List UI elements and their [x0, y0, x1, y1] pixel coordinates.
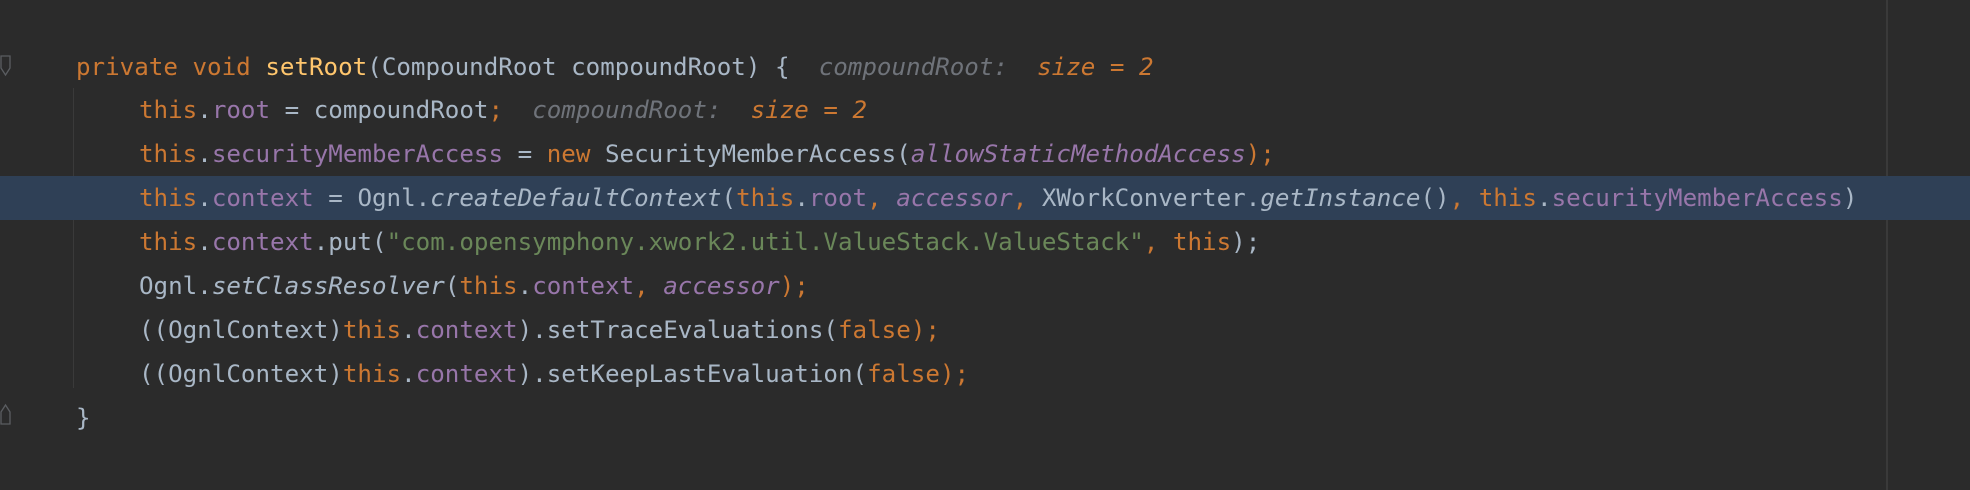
this-keyword: this — [139, 228, 198, 256]
statement: this.securityMemberAccess = new Security… — [139, 132, 1275, 176]
code-line-4-current[interactable]: this.context = Ognl.createDefaultContext… — [0, 176, 1970, 220]
comma: , — [1449, 184, 1479, 212]
field-name: context — [415, 316, 518, 344]
method-call: ).setTraceEvaluations( — [517, 316, 838, 344]
semicolon: ; — [488, 96, 504, 124]
assigned-value: compoundRoot — [313, 96, 489, 124]
inlay-hint-label: compoundRoot: — [532, 96, 722, 124]
dot: . — [401, 360, 416, 388]
boolean-literal: false — [867, 360, 940, 388]
this-keyword: this — [459, 272, 518, 300]
assign-op: = — [270, 96, 314, 124]
comma: , — [1143, 228, 1173, 256]
field-name: root — [211, 96, 271, 124]
dot: . — [197, 140, 212, 168]
dot: . — [1537, 184, 1552, 212]
statement: ((OgnlContext)this.context).setTraceEval… — [139, 308, 940, 352]
signature-close: ) { — [745, 53, 790, 81]
closing-brace: } — [76, 404, 91, 432]
this-keyword: this — [1172, 228, 1232, 256]
argument: allowStaticMethodAccess — [910, 140, 1246, 168]
method-call: .put( — [313, 228, 387, 256]
dot: . — [197, 184, 212, 212]
open-paren: ( — [367, 53, 382, 81]
open-paren: ( — [444, 272, 460, 300]
statement: Ognl.setClassResolver(this.context, acce… — [139, 264, 809, 308]
type-cast: ((OgnlContext) — [139, 360, 343, 388]
static-method: createDefaultContext — [430, 184, 722, 212]
inlay-hint-value: size = 2 — [750, 96, 868, 124]
field-name: context — [211, 228, 314, 256]
code-line-1[interactable]: private void setRoot(CompoundRoot compou… — [0, 45, 1970, 89]
static-method: setClassResolver — [211, 272, 445, 300]
class-ref: XWorkConverter. — [1041, 184, 1261, 212]
code-line-8[interactable]: ((OgnlContext)this.context).setKeepLastE… — [0, 352, 1970, 396]
close-paren: ) — [1842, 184, 1858, 212]
assign-op: = — [313, 184, 358, 212]
accessor-ref: accessor — [663, 272, 780, 300]
new-keyword: new — [546, 140, 591, 168]
dot: . — [197, 96, 212, 124]
param-name: compoundRoot — [571, 53, 746, 81]
comma: , — [634, 272, 664, 300]
dot: . — [794, 184, 809, 212]
this-keyword: this — [139, 184, 198, 212]
open-paren: ( — [721, 184, 737, 212]
assign-op: = — [503, 140, 547, 168]
field-name: context — [532, 272, 635, 300]
this-keyword: this — [139, 96, 198, 124]
inlay-hint-label: compoundRoot: — [818, 53, 1008, 81]
string-literal: "com.opensymphony.xwork2.util.ValueStack… — [386, 228, 1144, 256]
method-signature: private void setRoot(CompoundRoot compou… — [76, 45, 1154, 89]
this-keyword: this — [1478, 184, 1537, 212]
this-keyword: this — [342, 316, 402, 344]
inlay-hint-value: size = 2 — [1037, 53, 1154, 81]
comma: , — [867, 184, 897, 212]
class-name: SecurityMemberAccess — [605, 140, 897, 168]
static-method: getInstance — [1260, 184, 1421, 212]
class-ref: Ognl. — [357, 184, 431, 212]
field-name: securityMemberAccess — [211, 140, 504, 168]
dot: . — [517, 272, 533, 300]
accessor-ref: accessor — [896, 184, 1013, 212]
field-name: context — [415, 360, 518, 388]
code-line-2[interactable]: this.root = compoundRoot; compoundRoot: … — [0, 88, 1970, 132]
close-paren: ); — [939, 360, 970, 388]
return-type-keyword: void — [192, 53, 251, 81]
this-keyword: this — [342, 360, 402, 388]
close-paren: ); — [1231, 228, 1261, 256]
type-cast: ((OgnlContext) — [139, 316, 343, 344]
code-line-6[interactable]: Ognl.setClassResolver(this.context, acce… — [0, 264, 1970, 308]
close-paren: ); — [779, 272, 809, 300]
field-name: root — [808, 184, 868, 212]
statement: this.context.put("com.opensymphony.xwork… — [139, 220, 1260, 264]
field-name: context — [211, 184, 314, 212]
param-type: CompoundRoot — [381, 53, 557, 81]
close-paren: ); — [910, 316, 940, 344]
comma: , — [1012, 184, 1042, 212]
code-line-9[interactable]: } — [0, 396, 1970, 440]
code-line-3[interactable]: this.securityMemberAccess = new Security… — [0, 132, 1970, 176]
code-line-5[interactable]: this.context.put("com.opensymphony.xwork… — [0, 220, 1970, 264]
statement: this.root = compoundRoot; compoundRoot: … — [139, 88, 867, 132]
dot: . — [197, 228, 212, 256]
statement: ((OgnlContext)this.context).setKeepLastE… — [139, 352, 969, 396]
modifier-keyword: private — [76, 53, 178, 81]
open-paren: ( — [896, 140, 911, 168]
call-parens: () — [1420, 184, 1450, 212]
method-name: setRoot — [265, 53, 368, 81]
code-editor[interactable]: private void setRoot(CompoundRoot compou… — [0, 0, 1970, 490]
dot: . — [401, 316, 416, 344]
code-line-7[interactable]: ((OgnlContext)this.context).setTraceEval… — [0, 308, 1970, 352]
field-name: securityMemberAccess — [1551, 184, 1843, 212]
close-paren: ); — [1245, 140, 1275, 168]
this-keyword: this — [736, 184, 795, 212]
class-ref: Ognl. — [139, 272, 212, 300]
statement: this.context = Ognl.createDefaultContext… — [139, 176, 1857, 220]
method-call: ).setKeepLastEvaluation( — [517, 360, 868, 388]
this-keyword: this — [139, 140, 198, 168]
boolean-literal: false — [838, 316, 911, 344]
